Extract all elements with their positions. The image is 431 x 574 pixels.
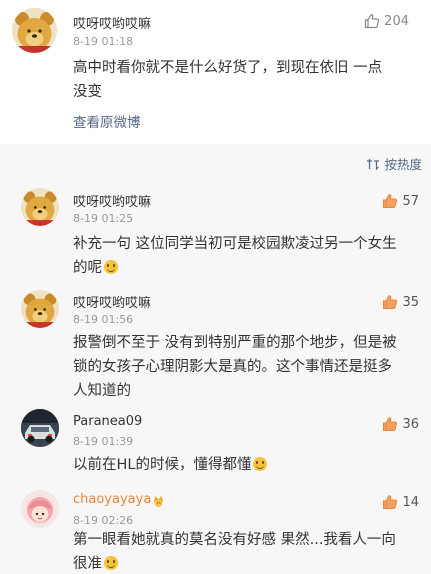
fan-badge-icon [153, 495, 164, 508]
sort-icon [367, 158, 380, 170]
reply-text-segment: 很准 [73, 556, 102, 572]
reply-text-line: 的呢 [73, 256, 418, 280]
avatar[interactable] [21, 409, 59, 447]
pooh-avatar-image [21, 290, 59, 328]
like-count: 14 [402, 494, 419, 510]
reply-text: 报警倒不至于 没有到特别严重的那个地步，但是被 锁的女孩子心理阴影大是真的。这个… [73, 331, 423, 403]
like-count: 57 [402, 193, 419, 209]
reply-timestamp: 8-19 01:25 [73, 212, 134, 225]
comment-text-line: 没变 [73, 84, 102, 100]
avatar[interactable] [21, 290, 59, 328]
reply-text-line: 很准 [73, 552, 423, 574]
like-button[interactable]: 57 [382, 193, 419, 209]
reply-username[interactable]: chaoyayaya [73, 492, 151, 507]
reply-text-line: 人知道的 [73, 383, 131, 399]
pooh-avatar-image [12, 8, 57, 53]
comment-username[interactable]: 哎呀哎哟哎嘛 [73, 13, 151, 32]
like-count: 36 [402, 416, 419, 432]
reply-timestamp: 8-19 01:56 [73, 313, 134, 326]
reply-text-line: 以前在HL的时候，懂得都懂 [73, 453, 418, 477]
like-button[interactable]: 36 [382, 416, 419, 432]
laugh-emoji-icon [253, 457, 268, 471]
thumbs-up-icon [383, 417, 398, 431]
car-avatar-image [21, 409, 59, 447]
reply-text-segment: 以前在HL的时候，懂得都懂 [73, 457, 252, 473]
reply-text-line: 补充一句 这位同学当初可是校园欺凌过另一个女生 [73, 236, 397, 252]
sort-button[interactable]: 按热度 [366, 154, 422, 173]
reply-timestamp: 8-19 01:39 [73, 435, 134, 448]
reply-text: 以前在HL的时候，懂得都懂 [73, 453, 418, 477]
reply-text: 第一眼看她就真的莫名没有好感 果然...我看人一向 很准 [73, 528, 423, 574]
reply-username[interactable]: Paranea09 [73, 414, 142, 429]
reply-timestamp: 8-19 02:26 [73, 514, 134, 527]
avatar[interactable] [12, 8, 57, 53]
reply-text-segment: 的呢 [73, 260, 102, 276]
reply-text-line: 第一眼看她就真的莫名没有好感 果然...我看人一向 [73, 532, 396, 548]
comment-text: 高中时看你就不是什么好货了，到现在依旧 一点 没变 [73, 56, 423, 104]
avatar[interactable] [21, 490, 59, 528]
reply-text-line: 报警倒不至于 没有到特别严重的那个地步，但是被 [73, 335, 397, 351]
thumbs-up-icon [383, 495, 398, 509]
smile-emoji-icon [104, 260, 118, 274]
smile-emoji-icon [104, 556, 118, 570]
reply-username[interactable]: 哎呀哎哟哎嘛 [73, 292, 151, 311]
thumbs-up-icon [383, 194, 398, 208]
reply-text-line: 锁的女孩子心理阴影大是真的。这个事情还是挺多 [73, 359, 392, 375]
like-button[interactable]: 35 [382, 294, 419, 310]
reply-text: 补充一句 这位同学当初可是校园欺凌过另一个女生 的呢 [73, 232, 418, 280]
replies-section: 按热度 哎呀哎哟哎嘛 8-19 01:25 57 补充一句 这位同学当初可是校园… [0, 144, 431, 574]
anime-girl-avatar-image [21, 490, 59, 528]
comment-timestamp: 8-19 01:18 [73, 35, 134, 48]
like-count: 35 [402, 294, 419, 310]
like-button[interactable]: 204 [364, 13, 409, 29]
reply-username[interactable]: 哎呀哎哟哎嘛 [73, 191, 151, 210]
comment-text-line: 高中时看你就不是什么好货了，到现在依旧 一点 [73, 60, 383, 76]
view-original-link[interactable]: 查看原微博 [73, 111, 141, 131]
pooh-avatar-image [21, 188, 59, 226]
main-comment: 哎呀哎哟哎嘛 8-19 01:18 204 高中时看你就不是什么好货了，到现在依… [0, 0, 431, 144]
sort-label: 按热度 [384, 157, 422, 172]
like-count: 204 [384, 13, 409, 29]
like-button[interactable]: 14 [382, 494, 419, 510]
thumbs-up-icon [365, 14, 380, 29]
thumbs-up-icon [383, 295, 398, 309]
avatar[interactable] [21, 188, 59, 226]
